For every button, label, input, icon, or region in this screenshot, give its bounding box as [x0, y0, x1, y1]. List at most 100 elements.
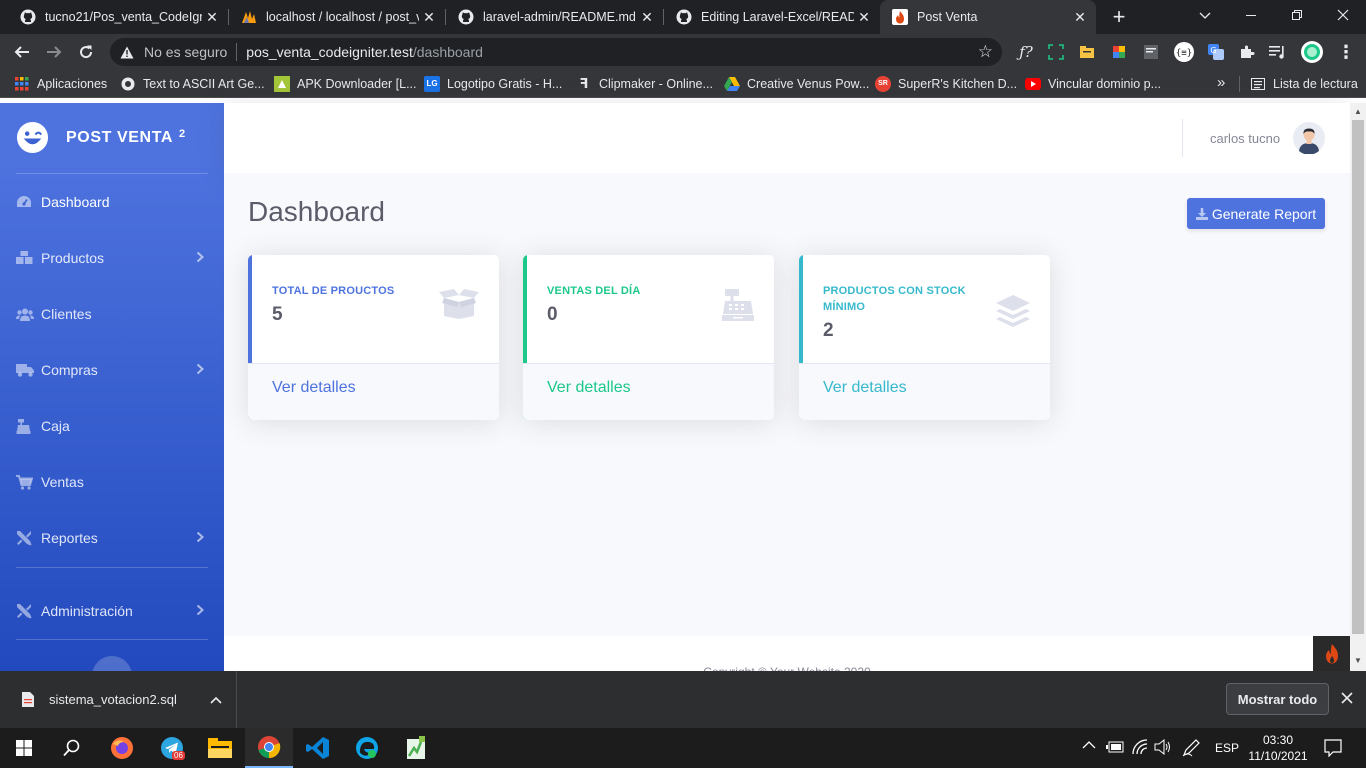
windows-start-icon[interactable] — [0, 728, 48, 768]
sidebar-item-administracion[interactable]: Administración — [0, 583, 224, 639]
bookmark-apk[interactable]: APK Downloader [L... — [274, 75, 417, 92]
tab-4[interactable]: Editing Laravel-Excel/READM ✕ — [664, 0, 880, 34]
sidebar-item-label: Clientes — [41, 306, 92, 322]
scroll-down-icon[interactable]: ▼ — [1354, 656, 1362, 665]
profile-avatar-icon[interactable] — [1298, 34, 1326, 70]
address-bar[interactable]: No es seguro pos_venta_codeigniter.test … — [110, 38, 1002, 66]
show-all-button[interactable]: Mostrar todo — [1226, 683, 1329, 715]
extensions-puzzle-icon[interactable] — [1233, 34, 1261, 70]
file-explorer-icon[interactable] — [196, 728, 244, 768]
sidebar-item-ventas[interactable]: Ventas — [0, 454, 224, 510]
firefox-icon[interactable] — [98, 728, 146, 768]
close-tab-icon[interactable]: ✕ — [854, 9, 874, 26]
minimize-icon[interactable] — [1228, 0, 1274, 30]
bookmark-apps[interactable]: Aplicaciones — [14, 76, 107, 92]
close-download-bar-icon[interactable] — [1340, 691, 1354, 705]
notifications-icon[interactable] — [1324, 739, 1342, 757]
scrollbar-thumb[interactable] — [1352, 120, 1364, 634]
codeigniter-debug-toolbar-icon[interactable] — [1313, 636, 1350, 671]
bookmark-star-icon[interactable]: ☆ — [978, 42, 993, 62]
card-title: TOTAL DE PROUCTOS — [272, 285, 395, 297]
chevron-right-icon — [196, 363, 204, 378]
address-divider — [236, 43, 238, 61]
close-tab-icon[interactable]: ✕ — [419, 9, 439, 26]
card-link-label[interactable]: Ver detalles — [547, 379, 631, 396]
close-tab-icon[interactable]: ✕ — [1070, 9, 1090, 26]
sidebar-item-dashboard[interactable]: Dashboard — [0, 174, 224, 230]
close-tab-icon[interactable]: ✕ — [637, 9, 657, 26]
clock[interactable]: 03:30 11/10/2021 — [1248, 732, 1308, 764]
card-link[interactable]: Ver detalles — [523, 363, 774, 420]
battery-icon[interactable] — [1106, 740, 1126, 754]
bookmark-ascii[interactable]: Text to ASCII Art Ge... — [120, 76, 265, 92]
sidebar-item-label: Administración — [41, 603, 133, 619]
windows-taskbar: 06 ESP 03:30 11/10/2021 — [0, 728, 1366, 768]
vertical-scrollbar[interactable]: ▲ ▼ — [1350, 103, 1366, 671]
tab-1[interactable]: tucno21/Pos_venta_CodeIgni ✕ — [8, 0, 228, 34]
language-indicator[interactable]: ESP — [1215, 741, 1239, 755]
new-tab-button[interactable]: + — [1108, 4, 1130, 30]
telegram-icon[interactable]: 06 — [148, 728, 196, 768]
edge-icon[interactable] — [343, 728, 391, 768]
sidebar-item-productos[interactable]: Productos — [0, 230, 224, 286]
restore-icon[interactable] — [1274, 0, 1320, 30]
translate-extension-icon[interactable]: G — [1202, 34, 1230, 70]
bookmark-clipmaker[interactable]: ꟻ Clipmaker - Online... — [576, 76, 713, 92]
sidebar-item-clientes[interactable]: Clientes — [0, 286, 224, 342]
screenshot-extension-icon[interactable] — [1042, 34, 1070, 70]
reload-icon[interactable] — [72, 34, 100, 70]
warning-icon[interactable] — [120, 46, 136, 59]
back-icon[interactable] — [8, 34, 36, 70]
folder-extension-icon[interactable] — [1073, 34, 1101, 70]
sidebar-item-caja[interactable]: Caja — [0, 398, 224, 454]
color-picker-extension-icon[interactable] — [1105, 34, 1133, 70]
avatar — [1293, 122, 1326, 154]
bookmark-logotipo[interactable]: LG Logotipo Gratis - H... — [424, 75, 562, 92]
sidebar-item-reportes[interactable]: Reportes — [0, 510, 224, 566]
forward-icon[interactable] — [40, 34, 68, 70]
url-domain: pos_venta_codeigniter.test — [246, 44, 413, 60]
browser-menu-icon[interactable]: ⋮ — [1332, 34, 1360, 70]
close-window-icon[interactable] — [1320, 0, 1366, 30]
more-bookmarks-icon[interactable]: » — [1217, 74, 1225, 91]
card-link[interactable]: Ver detalles — [799, 363, 1050, 420]
card-stock-minimo: PRODUCTOS CON STOCK MÍNIMO 2 Ver detalle… — [799, 255, 1050, 420]
svg-text:{≡}: {≡} — [1176, 49, 1192, 59]
security-label[interactable]: No es seguro — [144, 44, 227, 60]
formula-extension-icon[interactable]: ƒ? — [1012, 34, 1040, 70]
json-extension-icon[interactable]: {≡} — [1170, 34, 1198, 70]
sidebar-brand[interactable]: POST VENTA 2 — [16, 121, 185, 154]
editor-extension-icon[interactable] — [1137, 34, 1165, 70]
reading-list[interactable]: Lista de lectura — [1250, 76, 1358, 92]
generate-report-button[interactable]: Generate Report — [1187, 198, 1325, 229]
search-icon[interactable] — [48, 728, 96, 768]
tab-3[interactable]: laravel-admin/README.md a ✕ — [446, 0, 663, 34]
shopping-cart-icon — [16, 474, 38, 490]
card-link-label[interactable]: Ver detalles — [823, 379, 907, 396]
tab-2[interactable]: localhost / localhost / post_v ✕ — [229, 0, 445, 34]
scroll-up-icon[interactable]: ▲ — [1354, 107, 1362, 116]
show-hidden-icons-icon[interactable] — [1082, 740, 1096, 750]
bookmark-superr[interactable]: SR SuperR's Kitchen D... — [875, 75, 1017, 92]
superr-icon: SR — [875, 75, 891, 92]
bookmark-creative-venus[interactable]: Creative Venus Pow... — [724, 76, 869, 92]
user-dropdown[interactable]: carlos tucno — [1210, 122, 1326, 154]
bookmark-vincular[interactable]: Vincular dominio p... — [1025, 76, 1161, 92]
card-link-label[interactable]: Ver detalles — [272, 379, 356, 396]
wifi-icon[interactable] — [1132, 739, 1148, 755]
card-link[interactable]: Ver detalles — [248, 363, 499, 420]
sidebar-item-compras[interactable]: Compras — [0, 342, 224, 398]
tab-5-active[interactable]: Post Venta ✕ — [880, 0, 1096, 34]
chrome-icon[interactable] — [245, 728, 293, 768]
chevron-up-icon[interactable] — [210, 696, 222, 704]
card-title: VENTAS DEL DÍA — [547, 285, 641, 297]
media-control-icon[interactable] — [1264, 34, 1292, 70]
download-item[interactable]: sistema_votacion2.sql — [0, 671, 237, 728]
volume-icon[interactable] — [1154, 739, 1172, 755]
url-path: /dashboard — [412, 44, 483, 60]
pen-icon[interactable] — [1182, 739, 1200, 757]
close-tab-icon[interactable]: ✕ — [202, 9, 222, 26]
notepad-plus-icon[interactable] — [392, 728, 440, 768]
tab-search-icon[interactable] — [1182, 0, 1228, 30]
vscode-icon[interactable] — [294, 728, 342, 768]
